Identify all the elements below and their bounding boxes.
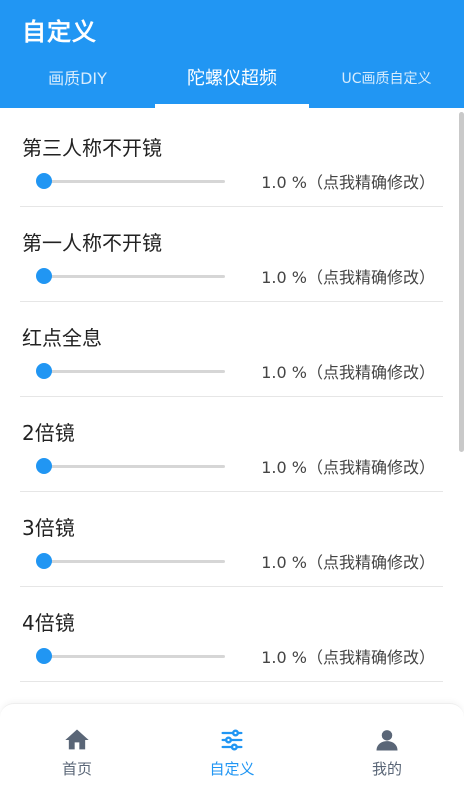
user-icon bbox=[373, 726, 401, 754]
setting-red-dot-holo: 红点全息 1.0 %（点我精确修改） bbox=[20, 302, 443, 397]
setting-label: 2倍镜 bbox=[22, 421, 75, 445]
slider-track[interactable] bbox=[42, 180, 225, 183]
setting-value-edit[interactable]: 1.0 %（点我精确修改） bbox=[261, 644, 435, 668]
home-icon bbox=[63, 726, 91, 754]
setting-value-edit[interactable]: 1.0 %（点我精确修改） bbox=[261, 359, 435, 383]
setting-3x-scope: 3倍镜 1.0 %（点我精确修改） bbox=[20, 492, 443, 587]
slider-track[interactable] bbox=[42, 275, 225, 278]
setting-label: 红点全息 bbox=[22, 326, 102, 350]
tab-gyroscope-overclock[interactable]: 陀螺仪超频 bbox=[155, 58, 309, 108]
slider-track[interactable] bbox=[42, 370, 225, 373]
setting-4x-scope: 4倍镜 1.0 %（点我精确修改） bbox=[20, 587, 443, 682]
slider-thumb[interactable] bbox=[35, 363, 52, 379]
tab-quality-diy[interactable]: 画质DIY bbox=[0, 58, 155, 108]
nav-home[interactable]: 首页 bbox=[0, 704, 154, 800]
tab-bar: 画质DIY 陀螺仪超频 UC画质自定义 bbox=[0, 58, 464, 108]
setting-third-person-no-scope: 第三人称不开镜 1.0 %（点我精确修改） bbox=[20, 112, 443, 207]
setting-2x-scope: 2倍镜 1.0 %（点我精确修改） bbox=[20, 397, 443, 492]
sliders-icon bbox=[218, 726, 246, 754]
setting-value-edit[interactable]: 1.0 %（点我精确修改） bbox=[261, 454, 435, 478]
slider-track[interactable] bbox=[42, 465, 225, 468]
setting-first-person-no-scope: 第一人称不开镜 1.0 %（点我精确修改） bbox=[20, 207, 443, 302]
setting-label: 第三人称不开镜 bbox=[22, 136, 162, 160]
nav-label: 我的 bbox=[371, 760, 402, 778]
slider-thumb[interactable] bbox=[35, 648, 52, 664]
slider-thumb[interactable] bbox=[35, 268, 52, 284]
nav-label: 自定义 bbox=[209, 760, 255, 778]
setting-value-edit[interactable]: 1.0 %（点我精确修改） bbox=[261, 169, 435, 193]
slider-track[interactable] bbox=[42, 655, 225, 658]
nav-label: 首页 bbox=[61, 760, 92, 778]
setting-value-edit[interactable]: 1.0 %（点我精确修改） bbox=[261, 264, 435, 288]
setting-label: 4倍镜 bbox=[22, 611, 75, 635]
slider-track[interactable] bbox=[42, 560, 225, 563]
slider-thumb[interactable] bbox=[35, 173, 52, 189]
app-title: 自定义 bbox=[22, 18, 97, 46]
slider-thumb[interactable] bbox=[35, 553, 52, 569]
tab-uc-quality-custom[interactable]: UC画质自定义 bbox=[309, 58, 464, 108]
app-header: 自定义 画质DIY 陀螺仪超频 UC画质自定义 bbox=[0, 0, 464, 108]
nav-custom[interactable]: 自定义 bbox=[155, 704, 309, 800]
bottom-nav: 首页 自定义 我的 bbox=[0, 703, 464, 800]
content-scrollbar[interactable] bbox=[459, 112, 464, 452]
nav-profile[interactable]: 我的 bbox=[310, 704, 464, 800]
active-tab-indicator bbox=[155, 104, 309, 108]
setting-value-edit[interactable]: 1.0 %（点我精确修改） bbox=[261, 549, 435, 573]
setting-label: 第一人称不开镜 bbox=[22, 231, 162, 255]
slider-thumb[interactable] bbox=[35, 458, 52, 474]
setting-label: 3倍镜 bbox=[22, 516, 75, 540]
